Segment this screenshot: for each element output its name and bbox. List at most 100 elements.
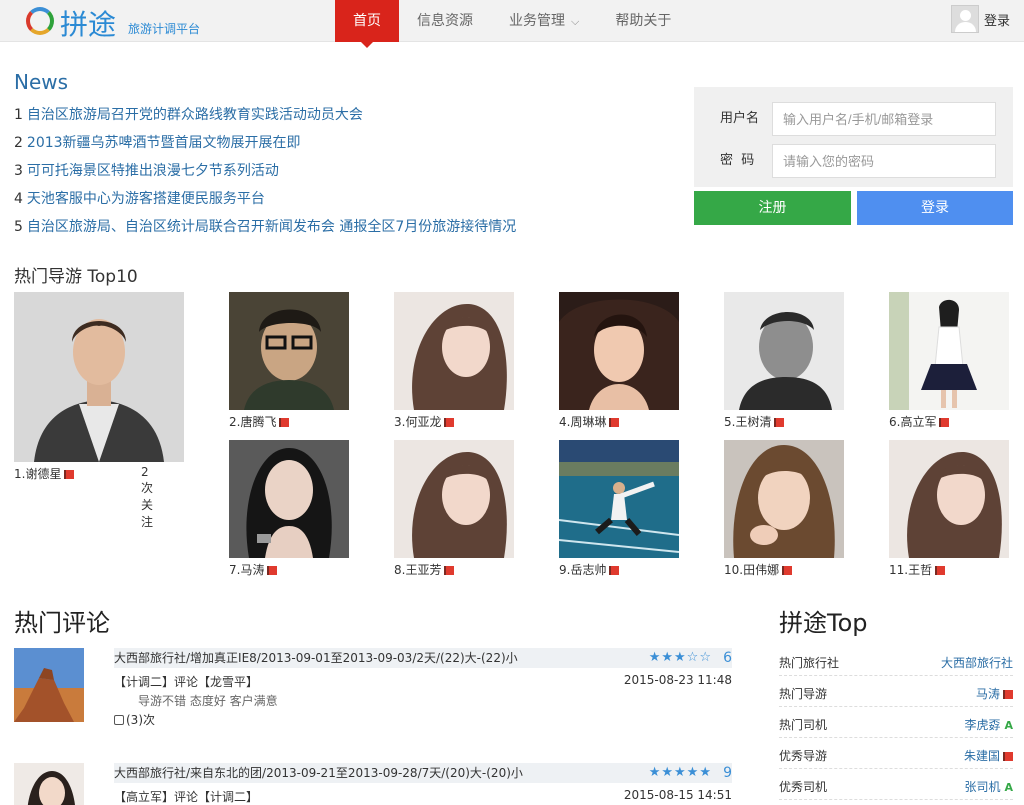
- top-row-link[interactable]: 李虎孬 A: [964, 716, 1013, 733]
- guide-photo[interactable]: [559, 292, 679, 410]
- top-row: 优秀司机 张司机 A: [779, 769, 1013, 800]
- news-item[interactable]: 5 自治区旅游局、自治区统计局联合召开新闻发布会 通报全区7月份旅游接待情况: [14, 216, 674, 244]
- top-guides-title: 热门导游 Top10: [14, 267, 138, 287]
- nav-item-help[interactable]: 帮助关于: [597, 0, 689, 42]
- nav-item-resources[interactable]: 信息资源: [399, 0, 491, 42]
- thumbs-up-icon: [114, 715, 124, 725]
- comments-title: 热门评论: [14, 609, 110, 637]
- logo-text: 拼途: [60, 8, 117, 41]
- username-label: 用户名: [720, 111, 760, 126]
- top-row-link[interactable]: 张司机 A: [964, 778, 1013, 795]
- pintu-top-list: 热门旅行社 大西部旅行社 热门导游 马涛 热门司机 李虎孬 A 优秀导游 朱建国 …: [779, 645, 1013, 800]
- follow-count: 2次关注: [141, 465, 154, 529]
- user-area[interactable]: 登录: [951, 5, 1010, 33]
- rating-score: 9: [723, 765, 732, 781]
- comment-route-link[interactable]: 大西部旅行社/增加真正IE8/2013-09-01至2013-09-03/2天/…: [114, 648, 518, 668]
- guide-photo[interactable]: [889, 292, 1009, 410]
- guide-name[interactable]: 3.何亚龙: [394, 415, 441, 429]
- comment-byline: 【高立军】评论【计调二】: [114, 790, 259, 804]
- flag-icon: [267, 566, 278, 575]
- flag-icon: [444, 566, 455, 575]
- guide-name[interactable]: 2.唐腾飞: [229, 415, 276, 429]
- guide-photo[interactable]: [394, 440, 514, 558]
- top-row: 热门司机 李虎孬 A: [779, 707, 1013, 738]
- news-link[interactable]: 天池客服中心为游客搭建便民服务平台: [27, 191, 265, 207]
- password-label: 密 码: [720, 153, 755, 168]
- comment-date: 2015-08-23 11:48: [623, 673, 732, 687]
- driver-icon: A: [1004, 719, 1013, 732]
- news-link[interactable]: 可可托海景区特推出浪漫七夕节系列活动: [27, 163, 279, 179]
- guide-photo[interactable]: [229, 440, 349, 558]
- guide-name[interactable]: 6.高立军: [889, 415, 936, 429]
- flag-icon: [1003, 690, 1013, 699]
- top-row-label: 热门旅行社: [779, 656, 840, 670]
- top-row-link[interactable]: 大西部旅行社: [941, 654, 1013, 671]
- guide-photo[interactable]: [889, 440, 1009, 558]
- pintu-top-title: 拼途Top: [779, 609, 868, 637]
- guide-photo[interactable]: [394, 292, 514, 410]
- top-row-label: 热门导游: [779, 687, 828, 701]
- nav-item-label: 帮助关于: [615, 13, 672, 29]
- comment-thumbnail[interactable]: [14, 648, 84, 722]
- guide-photo[interactable]: [724, 440, 844, 558]
- login-button[interactable]: 登录: [857, 191, 1013, 225]
- top-row-link[interactable]: 朱建国: [964, 747, 1013, 764]
- register-button[interactable]: 注册: [694, 191, 851, 225]
- guide-photo[interactable]: [229, 292, 349, 410]
- news-link[interactable]: 自治区旅游局召开党的群众路线教育实践活动动员大会: [27, 107, 363, 123]
- guide-name[interactable]: 9.岳志帅: [559, 563, 606, 577]
- guide-photo[interactable]: [724, 292, 844, 410]
- driver-icon: A: [1004, 781, 1013, 794]
- top-row-label: 优秀导游: [779, 749, 828, 763]
- news-title: News: [14, 70, 69, 94]
- top-row-label: 优秀司机: [779, 780, 828, 794]
- login-panel: 用户名 密 码: [694, 87, 1013, 187]
- top-header: 拼途 旅游计调平台 首页 信息资源 业务管理 ⌵ 帮助关于 登录: [0, 0, 1024, 48]
- password-row: 密 码: [694, 144, 1013, 178]
- username-input[interactable]: [772, 102, 996, 136]
- guide-name[interactable]: 5.王树清: [724, 415, 771, 429]
- news-item[interactable]: 1 自治区旅游局召开党的群众路线教育实践活动动员大会: [14, 104, 674, 132]
- main-nav: 首页 信息资源 业务管理 ⌵ 帮助关于: [335, 0, 689, 48]
- guide-name[interactable]: 11.王哲: [889, 563, 932, 577]
- comment-date: 2015-08-15 14:51: [623, 788, 732, 802]
- flag-icon: [782, 566, 793, 575]
- comment-byline: 【计调二】评论【龙雪平】: [114, 675, 259, 689]
- news-link[interactable]: 自治区旅游局、自治区统计局联合召开新闻发布会 通报全区7月份旅游接待情况: [27, 219, 516, 235]
- news-item[interactable]: 3 可可托海景区特推出浪漫七夕节系列活动: [14, 160, 674, 188]
- comment-header: 大西部旅行社/来自东北的团/2013-09-21至2013-09-28/7天/(…: [114, 763, 732, 783]
- guide-name[interactable]: 8.王亚芳: [394, 563, 441, 577]
- username-row: 用户名: [694, 102, 1013, 136]
- flag-icon: [609, 418, 620, 427]
- guide-name[interactable]: 7.马涛: [229, 563, 264, 577]
- flag-icon: [444, 418, 455, 427]
- nav-item-home[interactable]: 首页: [335, 0, 399, 48]
- news-item[interactable]: 4 天池客服中心为游客搭建便民服务平台: [14, 188, 674, 216]
- news-item[interactable]: 2 2013新疆乌苏啤酒节暨首届文物展开展在即: [14, 132, 674, 160]
- flag-icon: [939, 418, 950, 427]
- nav-item-business[interactable]: 业务管理 ⌵: [491, 0, 597, 42]
- avatar[interactable]: [951, 5, 979, 33]
- comment-route-link[interactable]: 大西部旅行社/来自东北的团/2013-09-21至2013-09-28/7天/(…: [114, 763, 523, 783]
- header-login-link[interactable]: 登录: [984, 10, 1010, 29]
- guide-photo[interactable]: [14, 292, 184, 462]
- comment-item: 大西部旅行社/来自东北的团/2013-09-21至2013-09-28/7天/(…: [14, 763, 732, 805]
- top-row: 优秀导游 朱建国: [779, 738, 1013, 769]
- guide-name[interactable]: 10.田伟娜: [724, 563, 779, 577]
- top-row-label: 热门司机: [779, 718, 828, 732]
- flag-icon: [279, 418, 290, 427]
- guide-name[interactable]: 4.周琳琳: [559, 415, 606, 429]
- flag-icon: [609, 566, 620, 575]
- comment-thumbnail[interactable]: [14, 763, 84, 805]
- flag-icon: [774, 418, 785, 427]
- like-count[interactable]: (3)次: [114, 711, 155, 728]
- comment-tags: 导游不错 态度好 客户满意: [138, 694, 278, 708]
- guide-name[interactable]: 1.谢德星: [14, 467, 61, 481]
- logo-ring-icon: [26, 7, 54, 35]
- rating-stars: ★★★★★: [648, 765, 712, 780]
- top-row-link[interactable]: 马涛: [976, 685, 1013, 702]
- news-link[interactable]: 2013新疆乌苏啤酒节暨首届文物展开展在即: [27, 135, 301, 151]
- password-input[interactable]: [772, 144, 996, 178]
- guide-photo[interactable]: [559, 440, 679, 558]
- rating-stars: ★★★☆☆: [648, 650, 712, 665]
